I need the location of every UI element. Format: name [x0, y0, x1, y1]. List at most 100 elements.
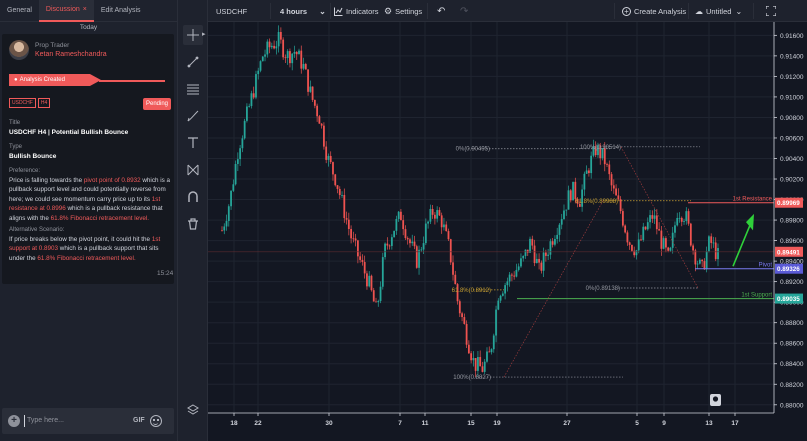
chevron-down-icon: ⌄ — [735, 6, 743, 16]
fib-icon[interactable] — [183, 79, 203, 99]
pattern-icon[interactable] — [183, 160, 203, 180]
trash-icon[interactable] — [183, 214, 203, 234]
candle-body — [402, 220, 405, 230]
price-tick-label: 0.88200 — [780, 382, 804, 389]
candle-body — [676, 217, 679, 226]
text-icon[interactable] — [183, 133, 203, 153]
message-time: 15:24 — [157, 270, 174, 277]
trendline-icon[interactable] — [183, 52, 203, 72]
price-label: 0.89035 — [777, 296, 800, 303]
indicators-button[interactable]: Indicators — [334, 0, 379, 22]
candle-body — [610, 174, 613, 186]
candle-body — [540, 262, 543, 271]
candle-body — [241, 138, 244, 149]
layout-name: Untitled — [706, 6, 732, 16]
indicators-label: Indicators — [346, 6, 379, 16]
candle-body — [563, 210, 565, 220]
candle-body — [461, 313, 463, 318]
lightbulb-glyph — [712, 396, 719, 402]
close-icon[interactable]: × — [83, 6, 87, 13]
brush-icon[interactable] — [183, 106, 203, 126]
candle-body — [560, 219, 563, 225]
crosshair-icon[interactable] — [183, 25, 203, 45]
candle-body — [660, 230, 663, 249]
candle-body — [526, 249, 529, 253]
candle-body — [370, 275, 373, 291]
tab-general[interactable]: General — [0, 0, 39, 22]
candle-body — [327, 155, 330, 160]
layout-menu[interactable]: ☁ Untitled ⌄ — [695, 0, 742, 22]
body-text: Price is falling towards the — [9, 177, 84, 184]
undo-icon[interactable]: ↶ — [437, 0, 445, 22]
fullscreen-icon[interactable] — [766, 0, 776, 22]
candle-body — [506, 281, 509, 286]
status-badge: Pending — [143, 98, 171, 110]
candle-body — [569, 190, 572, 201]
candle-body — [232, 184, 235, 191]
tab-discussion[interactable]: Discussion × — [38, 0, 94, 22]
candle-body — [655, 215, 658, 230]
tab-edit-analysis[interactable]: Edit Analysis — [94, 0, 148, 22]
candle-body — [477, 357, 479, 371]
candle-body — [710, 236, 713, 243]
attach-plus-icon[interactable]: + — [8, 415, 20, 427]
indicators-icon — [334, 7, 343, 16]
candle-body — [356, 240, 359, 257]
candle-body — [304, 64, 307, 70]
candle-body — [556, 234, 559, 240]
candle-body — [445, 224, 448, 232]
candle-body — [243, 120, 246, 139]
magnet-icon[interactable] — [183, 187, 203, 207]
candle-body — [372, 290, 375, 302]
highlighted-text: 61.8% Fibonacci retracement level. — [37, 254, 136, 262]
candle-body — [565, 209, 568, 211]
candle-body — [311, 86, 314, 100]
fib-label: 61.8%(0.89988) — [575, 199, 618, 205]
banner-label: Analysis Created — [19, 77, 65, 83]
candle-body — [558, 224, 561, 235]
panel-tabs: General Discussion × Edit Analysis — [0, 0, 177, 22]
price-chart[interactable]: 1st Resistance Pivot 1st Support 0%(0.90495… — [208, 22, 807, 441]
candle-body — [447, 231, 450, 240]
candle-body — [424, 223, 427, 244]
time-tick-label: 7 — [398, 420, 402, 427]
candle-body — [467, 344, 470, 354]
emoji-icon[interactable] — [150, 415, 162, 427]
candle-body — [474, 358, 477, 371]
fib-label: 100%(0.90514) — [580, 145, 621, 151]
candle-body — [429, 208, 432, 222]
candle-body — [411, 241, 414, 244]
tab-general-label: General — [7, 7, 32, 14]
tag-timeframe: H4 — [37, 98, 51, 108]
candle-body — [452, 262, 454, 275]
candle-body — [261, 56, 264, 62]
gif-button[interactable]: GIF — [133, 417, 145, 424]
tab-discussion-label: Discussion — [45, 6, 80, 13]
symbol-search[interactable]: USDCHF — [216, 0, 247, 22]
candle-body — [227, 206, 230, 221]
create-analysis-button[interactable]: + Create Analysis — [622, 0, 686, 22]
candle-body — [483, 361, 486, 372]
candle-body — [513, 275, 516, 277]
redo-icon[interactable]: ↷ — [460, 0, 468, 22]
candle-body — [422, 243, 425, 250]
candle-body — [368, 275, 371, 287]
settings-button[interactable]: ⚙ Settings — [384, 0, 422, 22]
candle-body — [637, 239, 640, 251]
candle-body — [449, 239, 452, 263]
candle-body — [717, 248, 719, 260]
candle-body — [628, 242, 631, 245]
candle-body — [517, 266, 520, 270]
interval-select[interactable]: 4 hours ⌄ — [280, 0, 326, 22]
candle-body — [250, 93, 253, 107]
price-tick-label: 0.89600 — [780, 238, 804, 245]
message-input[interactable]: Type here... — [27, 417, 64, 424]
candle-body — [640, 239, 642, 241]
candle-body — [413, 241, 416, 247]
candle-body — [454, 274, 457, 285]
candle-body — [501, 293, 504, 296]
layers-icon[interactable] — [183, 400, 203, 420]
candle-body — [510, 274, 513, 276]
time-tick-label: 9 — [662, 420, 666, 427]
candle-body — [662, 238, 665, 249]
